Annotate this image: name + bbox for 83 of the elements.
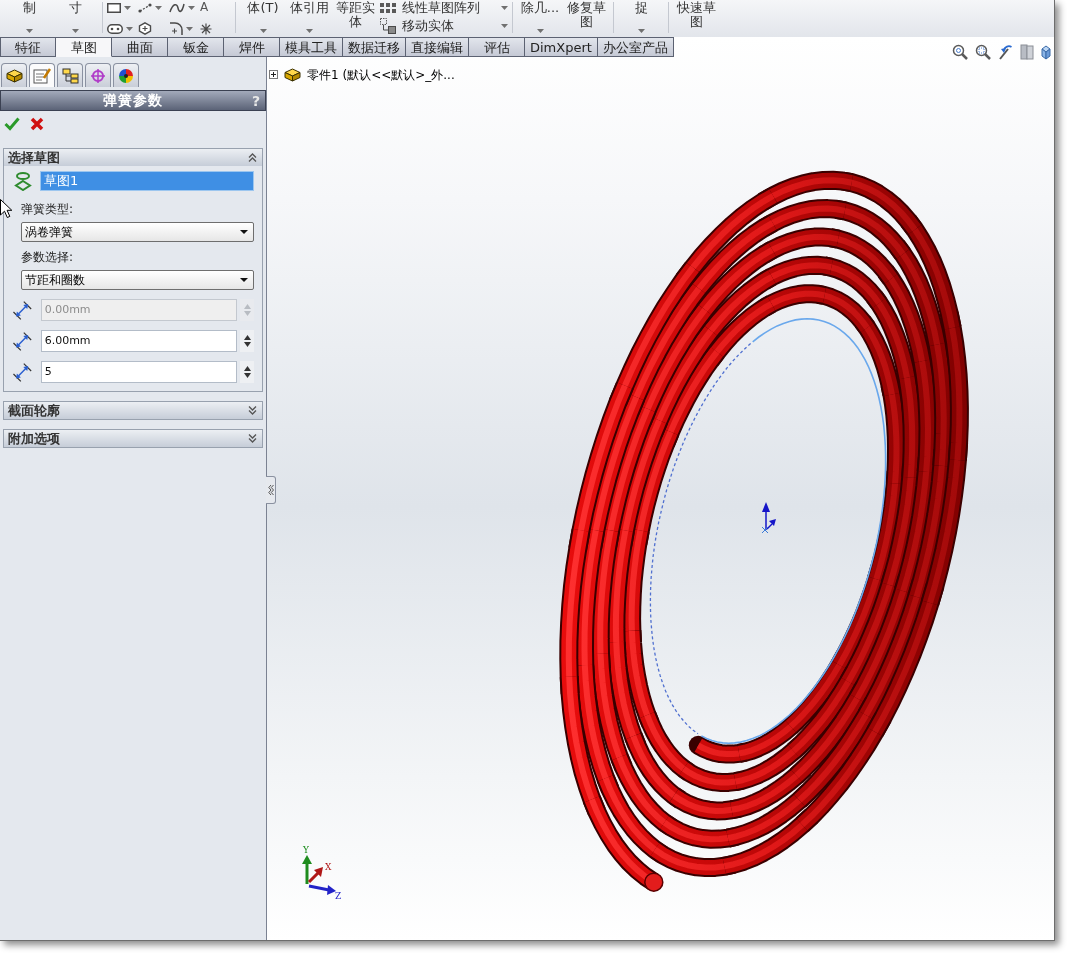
number-field[interactable]: 5 [40, 361, 238, 383]
double-chevron-down-icon [248, 406, 257, 415]
field-label: 弹簧类型: [21, 202, 75, 216]
grid-pattern-icon [380, 3, 396, 13]
panel-tab[interactable] [57, 63, 83, 87]
ribbon-button[interactable]: 捉 [620, 0, 662, 37]
two-panes-icon[interactable] [1020, 44, 1034, 60]
tool-button[interactable]: A [200, 1, 231, 14]
check-icon [4, 117, 20, 131]
move-icon [380, 18, 396, 34]
sketch-icon [13, 171, 33, 191]
sheet-pencil-icon [33, 67, 51, 84]
slot-icon [107, 23, 123, 34]
ribbon-button[interactable]: 快速草图 [675, 0, 717, 37]
x-icon [30, 117, 44, 131]
ribbon-button[interactable]: 寸 [54, 0, 96, 37]
magnifier-icon[interactable] [975, 44, 991, 60]
tab[interactable]: 评估 [469, 37, 525, 57]
panel-tab[interactable] [113, 63, 139, 87]
curved-arrow-icon[interactable] [998, 44, 1013, 60]
crosshair-icon [90, 67, 106, 84]
tab[interactable]: 焊件 [224, 37, 280, 57]
tree-blocks-icon [61, 67, 79, 84]
spin-arrows-icon [243, 365, 251, 379]
ribbon-button[interactable]: 除几... [519, 0, 561, 37]
ribbon-button[interactable]: 线性草图阵列 [380, 1, 508, 15]
axis-label: Y [303, 845, 309, 855]
tab[interactable]: 数据迁移 [343, 37, 406, 57]
tab[interactable]: 草图 [56, 37, 112, 57]
expand-icon[interactable] [269, 70, 278, 79]
origin-icon [761, 502, 776, 534]
tab[interactable]: 直接编辑 [406, 37, 469, 57]
double-chevron-left-icon [267, 484, 274, 496]
tab[interactable]: 办公室产品 [597, 37, 674, 57]
tree-item[interactable]: 零件1 (默认<<默认>_外... [307, 67, 455, 82]
section-header[interactable]: 截面轮廓 [4, 402, 262, 419]
dimension-icon [12, 330, 33, 352]
panel-title: 弹簧参数 [103, 92, 163, 109]
axis-label: Z [335, 891, 342, 901]
rectangle-icon [107, 2, 121, 13]
ok-button[interactable] [4, 117, 20, 131]
tab[interactable]: 曲面 [112, 37, 168, 57]
double-chevron-down-icon [248, 434, 257, 443]
curve-icon [169, 2, 185, 13]
block-icon [284, 67, 301, 82]
spin-arrows-icon [243, 334, 251, 348]
block-icon [5, 68, 23, 83]
spinner[interactable] [240, 330, 254, 352]
fillet-icon [169, 22, 183, 35]
polygon-icon [138, 22, 152, 35]
dropdown-caret-icon [240, 230, 248, 234]
spinner[interactable] [240, 361, 254, 383]
cancel-button[interactable] [30, 117, 44, 131]
axis-label: X [325, 862, 332, 872]
tab[interactable]: DimXpert [525, 37, 598, 57]
ribbon-button[interactable]: 移动实体 [380, 18, 508, 34]
dropdown[interactable]: 涡卷弹簧 [21, 222, 254, 242]
ribbon-button[interactable]: 体引用 [288, 0, 330, 37]
ribbon-button[interactable]: 等距实体 [334, 0, 376, 37]
color-wheel-icon [118, 67, 134, 84]
asterisk-icon [200, 22, 212, 35]
double-chevron-up-icon [248, 153, 257, 162]
tab[interactable]: 特征 [0, 37, 56, 57]
ribbon-button[interactable]: 体(T) [242, 0, 284, 37]
cursor-icon [0, 199, 12, 218]
splitter-handle[interactable] [266, 476, 276, 504]
ribbon-button[interactable]: 修复草图 [565, 0, 607, 37]
number-field[interactable]: 6.00mm [40, 330, 238, 352]
section-header[interactable]: 选择草图 [4, 149, 262, 166]
dotted-line-icon [138, 2, 152, 13]
dropdown-caret-icon [240, 278, 248, 282]
dimension-icon [12, 299, 33, 321]
section-header[interactable]: 附加选项 [4, 430, 262, 447]
magnifier-icon[interactable] [952, 44, 968, 60]
tab[interactable]: 模具工具 [280, 37, 343, 57]
ribbon-button[interactable]: 制 [8, 0, 50, 37]
dimension-icon [12, 361, 33, 383]
spin-arrows-icon [243, 303, 251, 317]
tab[interactable]: 钣金 [168, 37, 224, 57]
field-label: 参数选择: [21, 250, 75, 264]
panel-tab[interactable] [1, 63, 27, 87]
dropdown[interactable]: 节距和圈数 [21, 270, 254, 290]
cube-icon[interactable] [1041, 44, 1051, 60]
